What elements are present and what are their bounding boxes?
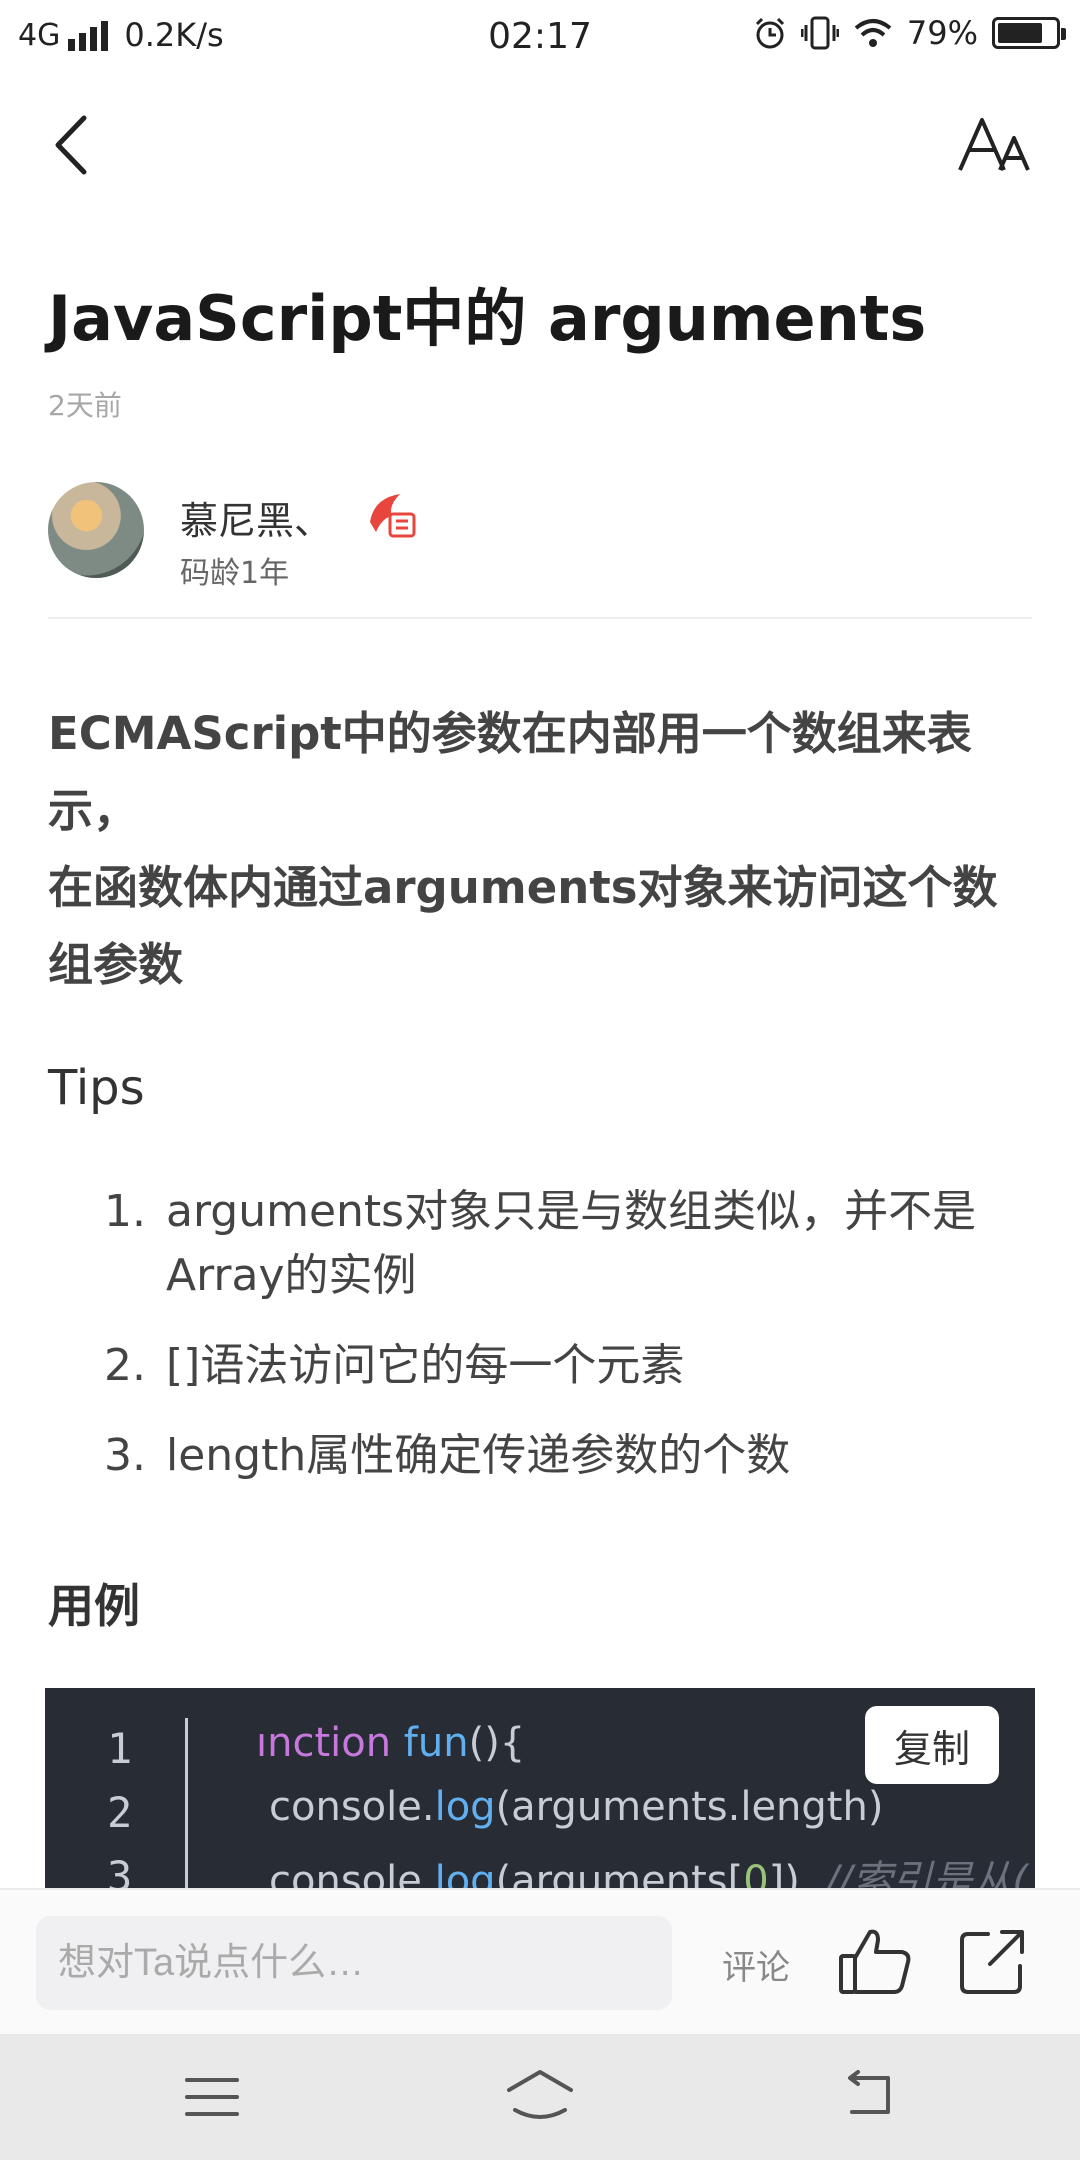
tips-list: 1. arguments对象只是与数组类似，并不是Array的实例 2. []语… bbox=[104, 1180, 1044, 1514]
comment-input[interactable] bbox=[36, 1916, 672, 2010]
code-comment: //索引是从( bbox=[825, 1858, 1028, 1888]
alarm-icon bbox=[755, 17, 784, 49]
list-number: 3. bbox=[104, 1430, 146, 1481]
status-bar: 4G 0.2K/s 02:17 79% bbox=[0, 0, 1080, 72]
article-title: JavaScript中的 arguments bbox=[48, 282, 927, 355]
code-keyword: ınction bbox=[256, 1720, 392, 1766]
list-text: arguments对象只是与数组类似，并不是Array的实例 bbox=[166, 1186, 977, 1301]
author-coding-age: 码龄1年 bbox=[180, 556, 290, 591]
author-badge-icon bbox=[370, 494, 416, 538]
article-lead: ECMAScript中的参数在内部用一个数组来表示， 在函数体内通过argume… bbox=[48, 695, 1028, 1003]
lead-line: ECMAScript中的参数在内部用一个数组来表示， bbox=[48, 707, 972, 837]
publish-date: 2天前 bbox=[48, 389, 122, 422]
example-heading: 用例 bbox=[48, 1579, 140, 1633]
list-item: 3. length属性确定传递参数的个数 bbox=[104, 1424, 1044, 1488]
code-line-3: console.log(arguments[0]) //索引是从( bbox=[269, 1848, 1028, 1888]
thumbs-up-icon[interactable] bbox=[838, 1926, 914, 1996]
back-nav-icon[interactable] bbox=[840, 2070, 896, 2120]
code-line-1: ınction fun(){ bbox=[256, 1720, 525, 1766]
battery-icon bbox=[992, 17, 1066, 49]
code-method: log bbox=[434, 1784, 496, 1830]
author-name[interactable]: 慕尼黑、 bbox=[180, 490, 332, 545]
back-icon[interactable] bbox=[48, 110, 98, 180]
system-nav-bar bbox=[0, 2034, 1080, 2160]
gutter-divider bbox=[185, 1718, 188, 1888]
list-number: 1. bbox=[104, 1186, 146, 1237]
comment-bar: 评论 bbox=[0, 1888, 1080, 2034]
code-function-name: fun bbox=[403, 1720, 469, 1766]
author-avatar[interactable] bbox=[48, 482, 144, 578]
header-divider bbox=[48, 617, 1032, 619]
code-text: (arguments[ bbox=[495, 1858, 744, 1888]
battery-percent: 79% bbox=[906, 14, 978, 52]
lead-line: 在函数体内通过arguments对象来访问这个数组参数 bbox=[48, 861, 998, 991]
code-line-2: console.log(arguments.length) bbox=[269, 1784, 883, 1830]
font-size-icon[interactable] bbox=[956, 110, 1036, 180]
code-method: log bbox=[434, 1858, 496, 1888]
code-number: 0 bbox=[743, 1858, 769, 1888]
comment-button[interactable]: 评论 bbox=[722, 1940, 790, 1989]
code-block[interactable]: 1 2 3 ınction fun(){ console.log(argumen… bbox=[45, 1688, 1035, 1888]
vibrate-icon bbox=[800, 16, 839, 50]
code-text: console. bbox=[269, 1858, 435, 1888]
status-right: 79% bbox=[753, 14, 1066, 52]
copy-button[interactable]: 复制 bbox=[865, 1706, 999, 1784]
share-icon[interactable] bbox=[958, 1926, 1028, 1996]
line-number-gutter: 1 2 3 bbox=[45, 1688, 187, 1888]
code-text: (){ bbox=[468, 1720, 526, 1766]
code-text: (arguments.length) bbox=[495, 1784, 884, 1830]
menu-icon[interactable] bbox=[185, 2074, 239, 2120]
code-text: ]) bbox=[768, 1858, 800, 1888]
home-icon[interactable] bbox=[505, 2066, 575, 2124]
list-item: 1. arguments对象只是与数组类似，并不是Array的实例 bbox=[104, 1180, 1044, 1308]
line-number: 1 bbox=[107, 1724, 133, 1773]
line-number: 2 bbox=[107, 1788, 133, 1837]
wifi-icon bbox=[854, 19, 892, 47]
line-number: 3 bbox=[107, 1852, 133, 1888]
list-number: 2. bbox=[104, 1340, 146, 1391]
code-text: console. bbox=[269, 1784, 435, 1830]
tips-heading: Tips bbox=[48, 1060, 145, 1116]
list-item: 2. []语法访问它的每一个元素 bbox=[104, 1334, 1044, 1398]
list-text: []语法访问它的每一个元素 bbox=[166, 1340, 685, 1391]
list-text: length属性确定传递参数的个数 bbox=[166, 1430, 791, 1481]
battery-fill bbox=[998, 23, 1043, 43]
